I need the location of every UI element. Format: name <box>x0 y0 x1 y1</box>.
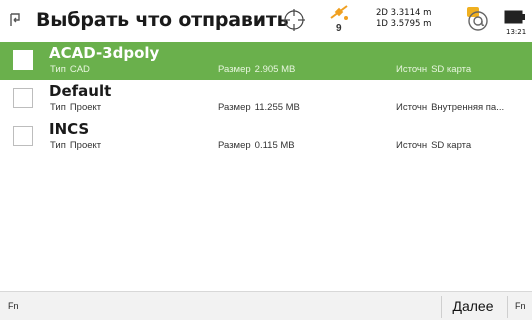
quality-1d: 1D 3.5795 m <box>376 19 432 29</box>
item-size: Размер 11.255 MB <box>218 102 300 113</box>
item-source: Источн SD карта <box>396 64 472 75</box>
fn-left-button[interactable]: Fn <box>8 301 19 311</box>
satellite-icon <box>330 5 348 20</box>
fn-right-button[interactable]: Fn <box>515 301 526 311</box>
satellite-count: 9 <box>336 23 342 34</box>
quality-2d: 2D 3.3114 m <box>376 8 432 18</box>
item-name: INCS <box>49 120 90 138</box>
position-button[interactable] <box>281 7 307 33</box>
item-size: Размер 2.905 MB <box>218 64 296 75</box>
clock: 13:21 <box>506 28 527 36</box>
battery-status[interactable]: 13:21 <box>504 6 532 36</box>
item-checkbox[interactable] <box>13 126 33 146</box>
item-type: Тип Проект <box>50 140 102 151</box>
item-checkbox[interactable] <box>13 50 33 70</box>
item-name: ACAD-3dpoly <box>49 44 160 62</box>
list-item[interactable]: Default Тип Проект Размер 11.255 MB Источн… <box>0 80 532 118</box>
next-button[interactable]: Далее <box>442 292 504 320</box>
item-size: Размер 0.115 MB <box>218 140 295 151</box>
connection-status-button[interactable] <box>461 5 493 35</box>
list-item[interactable]: INCS Тип Проект Размер 0.115 MB Источн SD к… <box>0 118 532 156</box>
list-item[interactable]: ACAD-3dpoly Тип CAD Размер 2.905 MB Источн… <box>0 42 532 80</box>
back-icon <box>10 13 20 26</box>
position-quality[interactable]: 2D 3.3114 m 1D 3.5795 m <box>376 8 431 30</box>
item-type: Тип Проект <box>50 102 102 113</box>
item-type: Тип CAD <box>50 64 90 75</box>
satellite-status-button[interactable]: 9 <box>326 3 352 37</box>
crosshair-icon <box>283 9 305 31</box>
page-title: Выбрать что отправить <box>36 9 289 31</box>
item-name: Default <box>49 82 112 100</box>
softkey-bar: Fn Далее Fn <box>0 291 532 320</box>
back-button[interactable] <box>2 7 28 33</box>
connection-icon <box>467 7 488 31</box>
divider <box>507 296 508 318</box>
item-source: Источн Внутренняя па... <box>396 102 505 113</box>
file-list: ACAD-3dpoly Тип CAD Размер 2.905 MB Источн… <box>0 42 532 156</box>
battery-icon <box>504 10 525 24</box>
item-source: Источн SD карта <box>396 140 472 151</box>
item-checkbox[interactable] <box>13 88 33 108</box>
header-bar: Выбрать что отправить 9 2D 3.3114 m 1D 3… <box>0 0 532 40</box>
